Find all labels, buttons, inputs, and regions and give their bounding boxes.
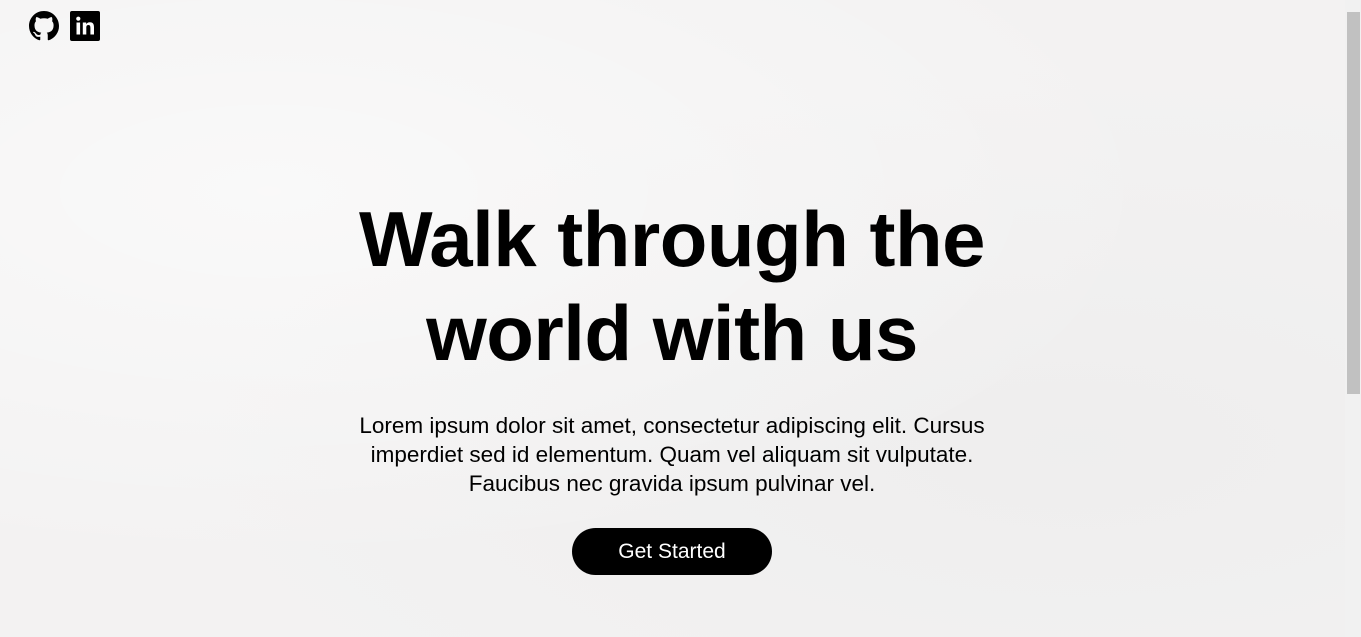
linkedin-link[interactable] xyxy=(70,11,100,41)
github-link[interactable] xyxy=(29,11,59,41)
hero-description: Lorem ipsum dolor sit amet, consectetur … xyxy=(359,413,985,496)
hero-title: Walk through the world with us xyxy=(272,192,1072,380)
get-started-button[interactable]: Get Started xyxy=(572,528,772,575)
linkedin-icon xyxy=(70,11,100,41)
social-links xyxy=(29,11,100,41)
hero-title-line-2: world with us xyxy=(426,289,918,377)
scrollbar-thumb[interactable] xyxy=(1347,12,1360,394)
scrollbar[interactable] xyxy=(1345,0,1361,637)
hero-title-line-1: Walk through the xyxy=(358,195,986,283)
github-icon xyxy=(29,11,59,41)
